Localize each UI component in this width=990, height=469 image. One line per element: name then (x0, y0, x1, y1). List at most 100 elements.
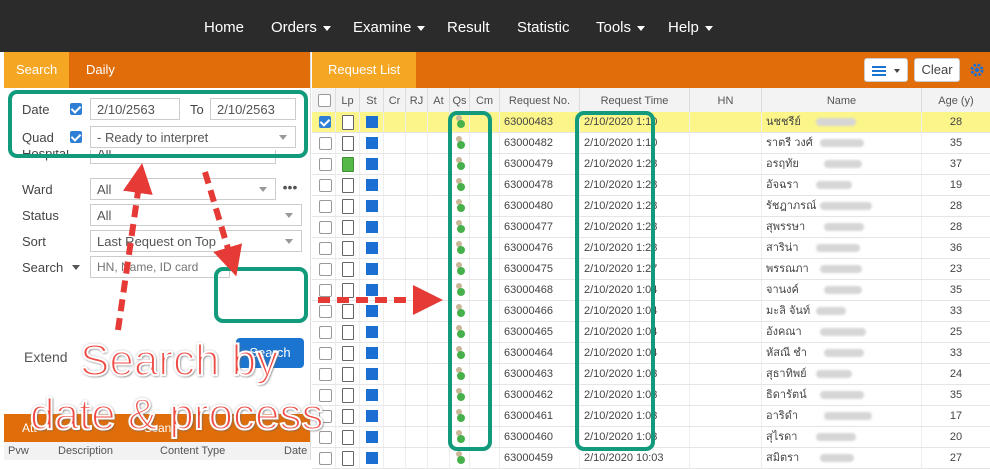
document-icon[interactable] (342, 199, 354, 214)
row-checkbox[interactable] (319, 284, 332, 297)
col-date: Date (284, 445, 308, 457)
lp-cell (336, 301, 360, 321)
sort-select[interactable]: Last Request on Top (90, 230, 302, 252)
status-square-icon (366, 137, 378, 149)
st-cell (360, 385, 384, 405)
document-icon[interactable] (342, 430, 354, 445)
row-select-cell (312, 154, 336, 174)
col-hn[interactable]: HN (690, 88, 762, 112)
clear-button[interactable]: Clear (914, 58, 960, 82)
request-no-cell: 63000466 (500, 301, 580, 321)
document-icon[interactable] (342, 178, 354, 193)
extend-link[interactable]: Extend (24, 349, 68, 365)
hn-cell (690, 175, 762, 195)
col-cr[interactable]: Cr (384, 88, 406, 112)
col-lp[interactable]: Lp (336, 88, 360, 112)
document-icon[interactable] (342, 367, 354, 382)
age-cell: 28 (949, 221, 963, 233)
col-at[interactable]: At (428, 88, 450, 112)
row-checkbox[interactable] (319, 263, 332, 276)
redacted-blur (820, 202, 872, 210)
col-request-time[interactable]: Request Time (580, 88, 690, 112)
nav-statistic[interactable]: Statistic (517, 0, 570, 52)
qs-status-icon (455, 451, 465, 464)
name-cell: ธิดารัตน์ (762, 385, 922, 405)
search-input[interactable] (90, 256, 230, 278)
name-text: สุพรรษา (766, 221, 806, 233)
row-checkbox[interactable] (319, 200, 332, 213)
row-checkbox[interactable] (319, 368, 332, 381)
at-cell (428, 196, 450, 216)
document-icon[interactable] (342, 262, 354, 277)
row-checkbox[interactable] (319, 116, 331, 128)
document-icon[interactable] (342, 136, 354, 151)
document-icon[interactable] (342, 220, 354, 235)
document-icon[interactable] (342, 388, 354, 403)
col-request-no[interactable]: Request No. (500, 88, 580, 112)
row-checkbox[interactable] (319, 158, 332, 171)
col-cm[interactable]: Cm (470, 88, 500, 112)
document-icon[interactable] (342, 304, 354, 319)
status-square-icon (366, 347, 378, 359)
status-square-icon (366, 389, 378, 401)
nav-result[interactable]: Result (447, 0, 490, 52)
col-select-all[interactable] (312, 88, 336, 112)
nav-tools[interactable]: Tools (596, 0, 646, 52)
document-icon[interactable] (342, 157, 354, 172)
name-text: อังคณา (766, 326, 802, 338)
tab-request-list[interactable]: Request List (312, 52, 417, 88)
document-icon[interactable] (342, 325, 354, 340)
cr-cell (384, 238, 406, 258)
row-checkbox[interactable] (319, 347, 332, 360)
row-checkbox[interactable] (319, 137, 332, 150)
at-cell (428, 406, 450, 426)
document-icon[interactable] (342, 115, 354, 130)
chevron-down-icon (893, 68, 900, 73)
row-checkbox[interactable] (319, 221, 332, 234)
nav-home[interactable]: Home (204, 0, 244, 52)
more-icon[interactable]: ••• (280, 180, 300, 198)
redacted-blur (820, 139, 864, 147)
nav-orders[interactable]: Orders (271, 0, 331, 52)
col-qs[interactable]: Qs (450, 88, 470, 112)
chevron-down-icon[interactable] (72, 265, 80, 270)
cr-cell (384, 427, 406, 447)
nav-help[interactable]: Help (668, 0, 713, 52)
st-cell (360, 280, 384, 300)
rj-cell (406, 427, 428, 447)
document-icon[interactable] (342, 451, 354, 466)
document-icon[interactable] (342, 241, 354, 256)
sort-label: Sort (22, 234, 46, 249)
search-type-label[interactable]: Search (22, 260, 63, 275)
tab-daily[interactable]: Daily (74, 52, 127, 88)
cr-cell (384, 448, 406, 468)
st-cell (360, 154, 384, 174)
name-text: สุธาทิพย์ (766, 368, 807, 380)
table-row[interactable]: 63000459 2/10/2020 10:03 สมิตรา 27 (312, 448, 990, 469)
col-rj[interactable]: RJ (406, 88, 428, 112)
st-cell (360, 238, 384, 258)
col-age[interactable]: Age (y) (922, 88, 990, 112)
document-icon[interactable] (342, 283, 354, 298)
row-checkbox[interactable] (319, 305, 332, 318)
column-menu-button[interactable] (864, 58, 908, 82)
row-checkbox[interactable] (319, 452, 332, 465)
document-icon[interactable] (342, 346, 354, 361)
at-cell (428, 322, 450, 342)
document-icon[interactable] (342, 409, 354, 424)
status-select[interactable]: All (90, 204, 302, 226)
row-checkbox[interactable] (319, 179, 332, 192)
col-name[interactable]: Name (762, 88, 922, 112)
hn-cell (690, 154, 762, 174)
row-checkbox[interactable] (319, 326, 332, 339)
status-square-icon (366, 431, 378, 443)
ward-select[interactable]: All (90, 178, 276, 200)
row-checkbox[interactable] (319, 242, 332, 255)
select-all-checkbox[interactable] (318, 94, 331, 107)
nav-examine[interactable]: Examine (353, 0, 426, 52)
age-cell: 20 (949, 431, 963, 443)
redacted-blur (824, 286, 862, 294)
col-st[interactable]: St (360, 88, 384, 112)
gear-icon[interactable] (964, 58, 990, 82)
tab-search[interactable]: Search (4, 52, 70, 88)
